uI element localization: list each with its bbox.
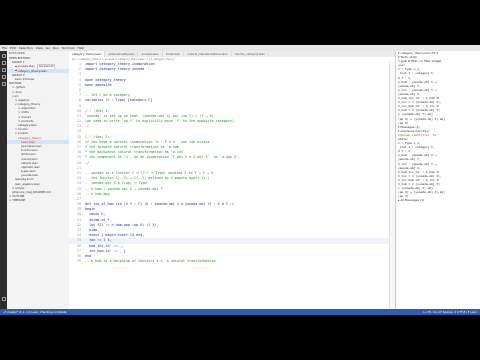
- code-text[interactable]: -- yoneda.obj X ≅ C(op) ⥤ Type: [85, 181, 147, 185]
- debug-icon[interactable]: [1, 75, 6, 79]
- modified-dot-icon: [15, 69, 17, 72]
- menu-item-file[interactable]: File: [2, 46, 7, 50]
- code-text[interactable]: (we need to write `op Y` to explicitly m…: [85, 119, 236, 123]
- code-text[interactable]: if you have a natural isomorphism `α : F…: [85, 140, 210, 144]
- code-text[interactable]: /-! (thm) 1:: [85, 109, 110, 113]
- search-icon[interactable]: [1, 61, 6, 65]
- code-text[interactable]: -/: [85, 161, 89, 165]
- modified-dot-icon: [15, 65, 17, 68]
- status-left[interactable]: ⎇ master* ⊗ 1 ⚠ 0 Lean: Checking complet…: [3, 310, 67, 314]
- code-text[interactable]: `yoneda' is set up so that (yoneda.obj X…: [85, 114, 214, 118]
- code-text[interactable]: open opposite: [85, 83, 112, 87]
- code-text[interactable]: -- let C be a category: [85, 93, 130, 97]
- code-text[interactable]: fov := 𝟙 X,: [85, 238, 112, 242]
- code-editor[interactable]: 1 import category_theory.isomorphism 2 impo…: [69, 62, 389, 309]
- code-text[interactable]: import category_theory.yoneda: [85, 67, 144, 71]
- code-text[interactable]: -- h_hom is a morphism of functors s.t. …: [85, 259, 216, 263]
- menu-item-selection[interactable]: Selection: [19, 46, 33, 50]
- code-text[interactable]: end: [85, 254, 91, 258]
- explorer-icon[interactable]: [1, 54, 6, 58]
- menu-item-terminal[interactable]: Terminal: [62, 46, 75, 50]
- code-text[interactable]: open category_theory: [85, 78, 126, 82]
- letterbox-bottom: [0, 315, 480, 360]
- code-text[interactable]: hom_inv_id' := _,: [85, 244, 124, 248]
- lean-infoview: ▾ category_theory.lean:35:2 ▾ Tactic stat…: [395, 51, 480, 309]
- code-text[interactable]: def iso_of_hom_iso (X Y : C) (h : yoneda…: [85, 202, 234, 206]
- code-text[interactable]: let f22 := h_hom.app (op X) (𝟙 X),: [85, 223, 159, 227]
- menu-item-go[interactable]: Go: [46, 46, 50, 50]
- gear-icon[interactable]: [1, 297, 6, 301]
- status-right[interactable]: Ln 35, Col 13 Spaces: 2 UTF-8 LF Lean: [423, 310, 477, 314]
- extensions-icon[interactable]: [1, 82, 6, 86]
- code-text[interactable]: * the forward natural transformation as …: [85, 145, 181, 149]
- code-text[interactable]: -- the functor C(-,X) ⟶ C(-,Y) defined b…: [85, 176, 210, 180]
- code-text[interactable]: inv_hom_id' := _ }: [85, 249, 126, 253]
- activity-bar: [0, 51, 7, 309]
- code-text[interactable]: * the backwards natural transformation a…: [85, 150, 185, 154]
- code-text[interactable]: -- h_hom.app: [85, 192, 110, 196]
- code-text[interactable]: cases h,: [85, 212, 105, 216]
- line-number: 39: [76, 259, 81, 264]
- source-control-icon[interactable]: [1, 68, 6, 72]
- tree-label: > TIMELINE: [9, 198, 26, 203]
- code-text[interactable]: import category_theory.isomorphism: [85, 62, 154, 66]
- infoview-header[interactable]: ▸ All Messages (4): [396, 198, 480, 202]
- menu-item-edit[interactable]: Edit: [10, 46, 16, 50]
- code-text[interactable]: exact { begin exact 𝟙X end,: [85, 233, 144, 237]
- explorer-tree: OPEN EDITORS GROUP 1 yoneda.lean Set Defaul…: [7, 56, 69, 203]
- code-text[interactable]: -- h_hom : yoneda.obj X ⟶ yoneda.obj Y: [85, 187, 163, 191]
- letterbox-top: [0, 0, 480, 45]
- code-line[interactable]: 39 -- h_hom is a morphism of functors s.t…: [69, 259, 389, 264]
- vscode-window: File Edit Selection View Go Run Terminal Help E…: [0, 45, 480, 315]
- code-text[interactable]: simp,: [85, 228, 99, 232]
- code-text[interactable]: -/: [85, 124, 89, 128]
- code-text[interactable]: begin: [85, 207, 95, 211]
- explorer-sidebar: EXPLORER OPEN EDITORS GROUP 1 yoneda.lean S…: [7, 51, 70, 309]
- code-text[interactable]: dsimp at *,: [85, 218, 111, 222]
- explorer-section[interactable]: > TIMELINE: [7, 198, 69, 202]
- code-text[interactable]: * the component at `X`, as an isomorphis…: [85, 155, 240, 159]
- menu-item-run[interactable]: Run: [53, 46, 59, 50]
- menu-item-view[interactable]: View: [36, 46, 43, 50]
- code-text[interactable]: -- yoneda is a functor C ⥤ (Cᵒᵖ ⥤ Type) …: [85, 171, 213, 175]
- menu-item-help[interactable]: Help: [77, 46, 84, 50]
- code-text[interactable]: variables (C : Type) [category C]: [85, 98, 152, 102]
- code-text[interactable]: /-! (thm) 2:: [85, 135, 110, 139]
